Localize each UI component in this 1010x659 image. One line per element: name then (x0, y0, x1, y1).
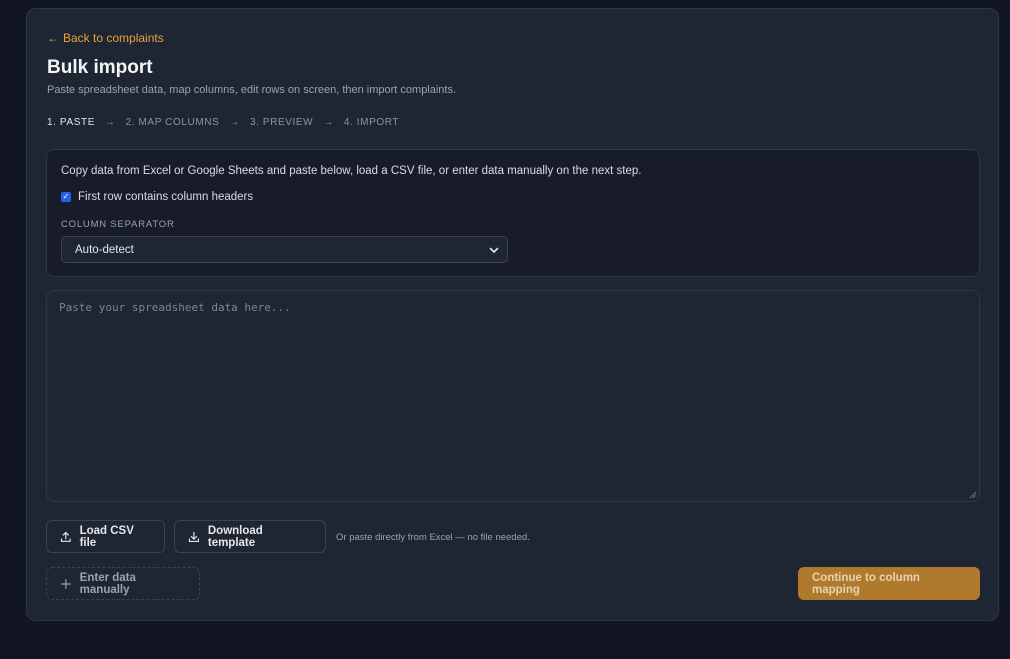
load-csv-label: Load CSV file (79, 524, 134, 549)
paste-data-placeholder: Paste your spreadsheet data here... (59, 301, 291, 314)
arrow-right-icon: → (104, 117, 116, 128)
back-link-label: Back to complaints (63, 31, 164, 45)
download-template-button[interactable]: Download template (174, 520, 326, 553)
separator-select[interactable]: Auto-detect (61, 236, 508, 263)
header-row-checkbox-label: First row contains column headers (78, 191, 254, 203)
download-icon (188, 531, 199, 542)
paste-data-textarea[interactable]: Paste your spreadsheet data here... (46, 290, 980, 502)
step-paste: 1. PASTE (47, 117, 95, 128)
resize-handle-icon[interactable] (969, 491, 977, 499)
chevron-down-icon (489, 247, 499, 253)
arrow-right-icon: → (229, 117, 240, 128)
step-preview: 3. PREVIEW (249, 117, 314, 128)
separator-select-value: Auto-detect (75, 243, 134, 256)
continue-label: Continue to column mapping (812, 571, 920, 596)
upload-icon (60, 531, 71, 542)
separator-label: COLUMN SEPARATOR (61, 219, 175, 230)
header-row-option[interactable]: ✓ First row contains column headers (61, 191, 253, 203)
back-link[interactable]: ← Back to complaints (47, 31, 164, 45)
plus-icon (60, 578, 71, 589)
arrow-right-icon: → (323, 117, 334, 128)
enter-manually-label: Enter data manually (79, 571, 136, 596)
header-row-checkbox[interactable]: ✓ (61, 192, 71, 202)
load-csv-button[interactable]: Load CSV file (46, 520, 165, 553)
enter-manually-button[interactable]: Enter data manually (46, 567, 200, 600)
instructions-text: Copy data from Excel or Google Sheets an… (61, 165, 642, 177)
step-map-columns: 2. MAP COLUMNS (125, 117, 220, 128)
page-title: Bulk import (47, 57, 153, 78)
download-template-label: Download template (207, 524, 263, 549)
continue-button[interactable]: Continue to column mapping (798, 567, 980, 600)
import-card: ← Back to complaints Bulk import Paste s… (26, 8, 999, 621)
stepper: 1. PASTE → 2. MAP COLUMNS → 3. PREVIEW →… (47, 117, 399, 128)
step-import: 4. IMPORT (343, 117, 400, 128)
paste-hint: Or paste directly from Excel — no file n… (336, 532, 530, 543)
arrow-left-icon: ← (47, 31, 59, 45)
options-panel: Copy data from Excel or Google Sheets an… (46, 149, 980, 277)
page-subtitle: Paste spreadsheet data, map columns, edi… (47, 84, 457, 96)
